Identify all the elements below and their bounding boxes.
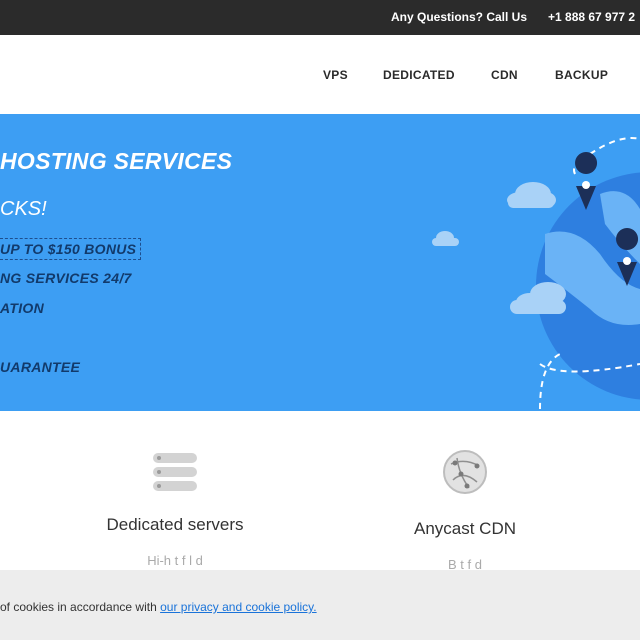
top-bar: Any Questions? Call Us +1 888 67 977 2 xyxy=(0,0,640,35)
privacy-policy-link[interactable]: our privacy and cookie policy. xyxy=(160,600,317,614)
nav-item-vps[interactable]: VPS xyxy=(323,68,348,82)
hero-title: HOSTING SERVICES xyxy=(0,148,233,174)
hero-line-services: NG SERVICES 24/7 xyxy=(0,270,132,286)
feature-dedicated-servers[interactable]: Dedicated servers Hi-h t f l d xyxy=(65,452,285,567)
hero-line-guarantee: UARANTEE xyxy=(0,359,81,375)
hero-line-ation: ATION xyxy=(0,300,45,316)
feature-title: Anycast CDN xyxy=(413,519,517,538)
cookie-message: of cookies in accordance with xyxy=(0,600,161,614)
main-nav: VPS DEDICATED CDN BACKUP xyxy=(0,35,640,114)
globe-network-icon xyxy=(443,450,487,494)
feature-description: Hi-h t f l d xyxy=(147,553,203,567)
nav-item-backup[interactable]: BACKUP xyxy=(555,68,608,82)
cloud-icon xyxy=(432,231,459,246)
bonus-badge: UP TO $150 BONUS xyxy=(0,238,142,260)
phone-link[interactable]: +1 888 67 977 2 xyxy=(548,10,635,24)
nav-item-cdn[interactable]: CDN xyxy=(491,68,518,82)
questions-text: Any Questions? Call Us xyxy=(391,10,528,24)
hero-banner: HOSTING SERVICES CKS! UP TO $150 BONUS N… xyxy=(0,114,640,411)
feature-description: B t f d xyxy=(448,557,482,571)
cookie-banner: of cookies in accordance with our privac… xyxy=(0,570,640,640)
feature-title: Dedicated servers xyxy=(106,515,244,534)
hero-subtitle: CKS! xyxy=(0,198,47,220)
feature-anycast-cdn[interactable]: Anycast CDN B t f d xyxy=(355,450,575,571)
cloud-icon xyxy=(510,282,566,314)
cloud-icon xyxy=(507,182,556,208)
server-stack-icon xyxy=(153,453,197,491)
nav-item-dedicated[interactable]: DEDICATED xyxy=(383,68,455,82)
cookie-text: of cookies in accordance with our privac… xyxy=(0,600,317,614)
